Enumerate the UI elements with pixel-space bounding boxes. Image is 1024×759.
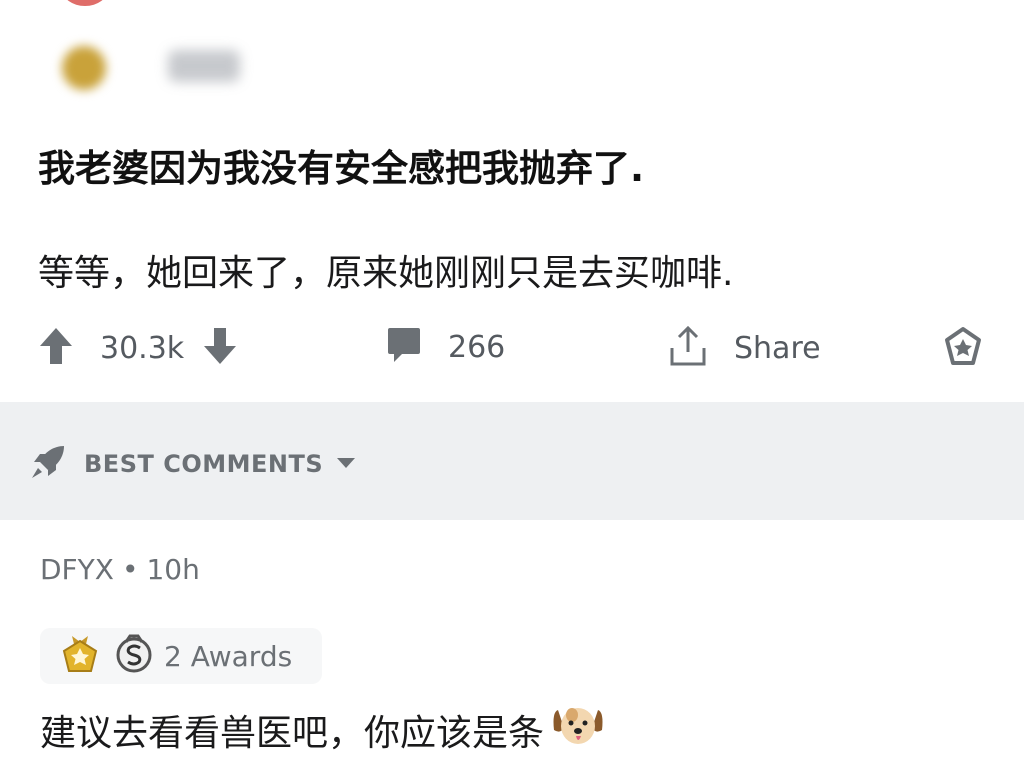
sort-comments-dropdown[interactable]: BEST COMMENTS <box>28 442 357 486</box>
comment-time: 10h <box>146 553 200 586</box>
comment-text: 建议去看看兽医吧，你应该是条 <box>40 712 545 754</box>
awards-count-label: 2 Awards <box>164 639 293 673</box>
post-title: 我老婆因为我没有安全感把我抛弃了. <box>38 147 645 190</box>
dropdown-caret-icon <box>335 455 357 474</box>
gold-award-icon <box>60 633 100 679</box>
meta-separator: • <box>121 553 139 586</box>
vote-group: 30.3k <box>38 326 238 370</box>
author-avatar-blurred[interactable] <box>62 46 106 90</box>
comment-bubble-icon <box>386 326 422 368</box>
post-body: 等等，她回来了，原来她刚刚只是去买咖啡. <box>38 253 734 294</box>
comments-button[interactable]: 266 <box>386 326 505 368</box>
comment-awards[interactable]: 2 Awards <box>40 628 322 684</box>
share-button[interactable]: Share <box>666 324 821 372</box>
dog-emoji-icon <box>550 700 606 759</box>
upvote-arrow-icon[interactable] <box>38 326 74 370</box>
award-button[interactable] <box>942 326 984 372</box>
rocket-icon <box>28 442 68 486</box>
upvote-count: 30.3k <box>100 330 185 366</box>
downvote-arrow-icon[interactable] <box>202 326 238 370</box>
comment-author[interactable]: DFYX <box>40 553 114 586</box>
share-label: Share <box>734 330 821 366</box>
award-icon <box>942 326 984 372</box>
post-action-bar: 30.3k 266 Share <box>0 318 1024 374</box>
comment-body: 建议去看看兽医吧，你应该是条 <box>40 700 606 759</box>
share-icon <box>666 324 710 372</box>
comment-count: 266 <box>448 329 506 365</box>
silver-award-icon <box>114 634 154 678</box>
author-name-blurred[interactable] <box>168 50 240 82</box>
top-avatar-fragment <box>62 0 108 6</box>
comment-meta: DFYX • 10h <box>40 553 200 586</box>
sort-label: BEST COMMENTS <box>84 450 324 478</box>
